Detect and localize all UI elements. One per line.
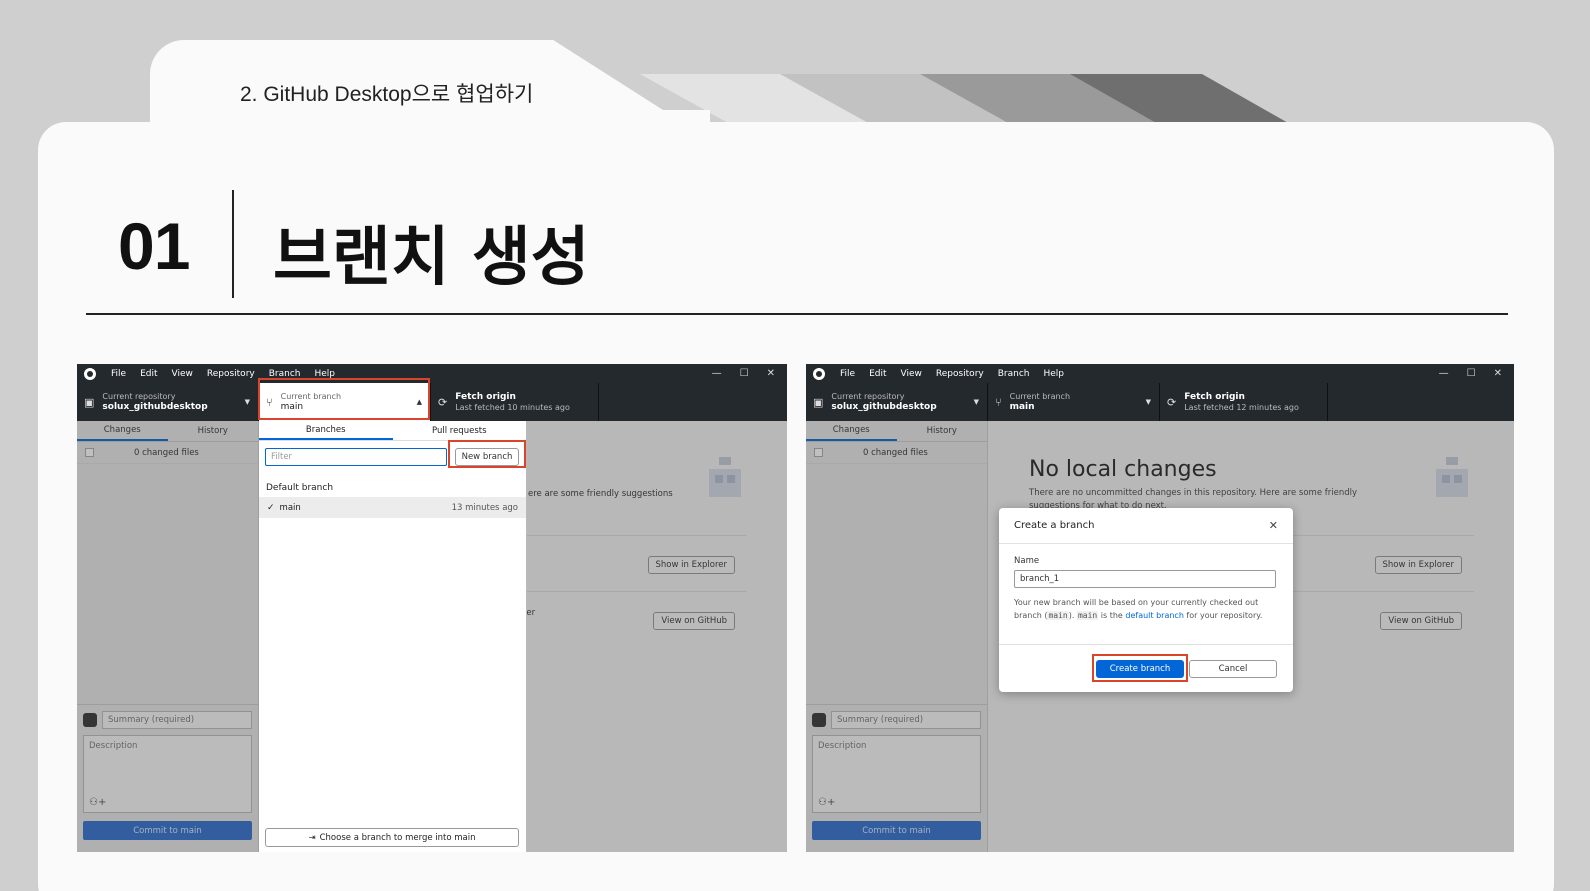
- branch-name-input[interactable]: branch_1: [1014, 570, 1276, 588]
- close-icon[interactable]: ✕: [1494, 368, 1502, 379]
- menu-edit[interactable]: Edit: [133, 369, 164, 379]
- tab-caption: 2. GitHub Desktop으로 협업하기: [240, 83, 534, 106]
- chevron-down-icon: ▼: [973, 398, 979, 406]
- default-branch-link[interactable]: default branch: [1125, 611, 1184, 620]
- fetch-origin-button[interactable]: ⟳ Fetch origin Last fetched 12 minutes a…: [1160, 383, 1328, 421]
- current-repository-button[interactable]: ▣ Current repository solux_githubdesktop…: [77, 383, 259, 421]
- menu-bar: File Edit View Repository Branch Help — …: [806, 364, 1514, 383]
- branch-icon: ⑂: [995, 395, 1002, 409]
- github-logo-icon: [813, 367, 825, 380]
- minimize-icon[interactable]: —: [1439, 368, 1449, 379]
- branch-item-time: 13 minutes ago: [451, 502, 518, 513]
- toolbar: ▣ Current repository solux_githubdesktop…: [806, 383, 1514, 421]
- screenshot-branch-dropdown: File Edit View Repository Branch Help — …: [77, 364, 787, 852]
- merge-branch-button[interactable]: ⇥ Choose a branch to merge into main: [265, 828, 519, 847]
- section-number: 01: [118, 209, 190, 283]
- menu-repository[interactable]: Repository: [200, 369, 262, 379]
- fetch-title: Fetch origin: [1184, 391, 1245, 402]
- menu-bar: File Edit View Repository Branch Help — …: [77, 364, 787, 383]
- repo-icon: ▣: [813, 395, 824, 409]
- branch-dropdown: Branches Pull requests Filter New branch…: [259, 421, 527, 852]
- tab-pull-requests[interactable]: Pull requests: [393, 421, 527, 440]
- fetch-subtitle: Last fetched 12 minutes ago: [1184, 402, 1299, 412]
- close-icon[interactable]: ✕: [767, 368, 775, 379]
- repo-name: solux_githubdesktop: [102, 401, 208, 412]
- section-divider: [232, 190, 234, 298]
- sync-icon: ⟳: [1167, 395, 1177, 409]
- menu-help[interactable]: Help: [307, 369, 342, 379]
- highlight-current-branch: [258, 378, 430, 420]
- repo-caption: Current repository: [831, 391, 905, 401]
- menu-edit[interactable]: Edit: [862, 369, 893, 379]
- branch-filter-input[interactable]: Filter: [265, 448, 447, 466]
- menu-repository[interactable]: Repository: [929, 369, 991, 379]
- tab-branches[interactable]: Branches: [259, 421, 393, 440]
- toolbar: ▣ Current repository solux_githubdesktop…: [77, 383, 787, 421]
- code-main: main: [1047, 611, 1069, 620]
- branch-name-label: Name: [1014, 556, 1040, 566]
- maximize-icon[interactable]: ☐: [1467, 368, 1476, 379]
- dialog-title: Create a branch: [1014, 520, 1095, 531]
- menu-view[interactable]: View: [894, 369, 929, 379]
- title-rule: [86, 313, 1508, 315]
- sync-icon: ⟳: [438, 395, 448, 409]
- branch-list-item[interactable]: ✓ main 13 minutes ago: [259, 497, 526, 518]
- highlight-new-branch: [448, 440, 526, 468]
- menu-file[interactable]: File: [104, 369, 133, 379]
- fetch-title: Fetch origin: [455, 391, 516, 402]
- screenshot-create-branch: File Edit View Repository Branch Help — …: [806, 364, 1514, 852]
- fetch-origin-button[interactable]: ⟳ Fetch origin Last fetched 10 minutes a…: [431, 383, 599, 421]
- fetch-subtitle: Last fetched 10 minutes ago: [455, 402, 570, 412]
- highlight-create-branch: [1092, 654, 1188, 682]
- cancel-button[interactable]: Cancel: [1189, 660, 1277, 678]
- code-main: main: [1076, 611, 1099, 620]
- merge-icon: ⇥: [308, 832, 316, 843]
- menu-file[interactable]: File: [833, 369, 862, 379]
- default-branch-group-label: Default branch: [266, 483, 334, 493]
- section-title: 브랜치 생성: [273, 221, 590, 295]
- merge-label: Choose a branch to merge into main: [319, 832, 476, 843]
- menu-help[interactable]: Help: [1036, 369, 1071, 379]
- chevron-down-icon: ▼: [244, 398, 250, 406]
- current-branch-button[interactable]: ⑂ Current branch main ▼: [988, 383, 1160, 421]
- menu-branch[interactable]: Branch: [991, 369, 1037, 379]
- branch-caption: Current branch: [1009, 391, 1071, 401]
- branch-base-note: Your new branch will be based on your cu…: [1014, 598, 1263, 620]
- repo-name: solux_githubdesktop: [831, 401, 937, 412]
- branch-name: main: [1009, 401, 1035, 412]
- branch-item-name: main: [279, 502, 301, 513]
- chevron-down-icon: ▼: [1145, 398, 1151, 406]
- minimize-icon[interactable]: —: [712, 368, 722, 379]
- check-icon: ✓: [267, 502, 275, 513]
- close-icon[interactable]: ✕: [1269, 519, 1278, 532]
- repo-caption: Current repository: [102, 391, 176, 401]
- maximize-icon[interactable]: ☐: [740, 368, 749, 379]
- repo-icon: ▣: [84, 395, 95, 409]
- menu-branch[interactable]: Branch: [262, 369, 308, 379]
- current-repository-button[interactable]: ▣ Current repository solux_githubdesktop…: [806, 383, 988, 421]
- menu-view[interactable]: View: [165, 369, 200, 379]
- github-logo-icon: [84, 367, 96, 380]
